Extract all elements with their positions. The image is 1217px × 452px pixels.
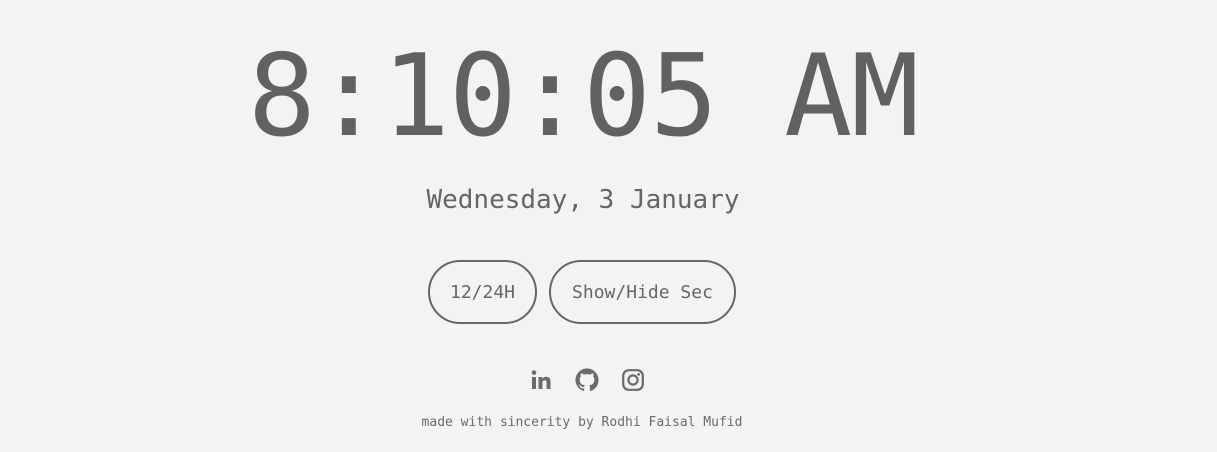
linkedin-link[interactable] [528,367,554,393]
github-icon [575,368,599,392]
clock-time: 8:10:05 AM [247,30,919,162]
social-links [528,366,646,394]
github-link[interactable] [574,367,600,393]
linkedin-icon [531,370,551,389]
clock-page: 8:10:05 AM Wednesday, 3 January 12/24H S… [0,0,1217,452]
seconds-toggle-button[interactable]: Show/Hide Sec [549,260,736,324]
instagram-link[interactable] [620,367,646,393]
format-toggle-button[interactable]: 12/24H [428,260,537,324]
instagram-icon [622,369,644,391]
footer-credit: made with sincerity by Rodhi Faisal Mufi… [421,415,743,430]
clock-date: Wednesday, 3 January [426,185,740,215]
